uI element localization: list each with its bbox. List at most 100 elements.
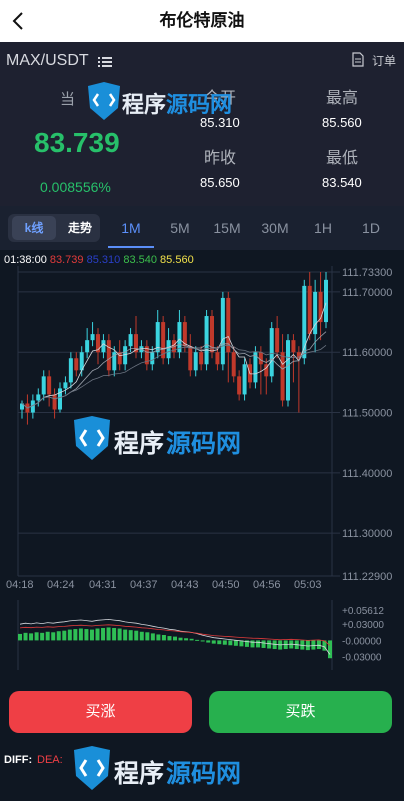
- macd-bar: [145, 632, 150, 641]
- watermark-text-a: 程序: [122, 92, 166, 118]
- macd-bar: [233, 640, 238, 646]
- candle: [324, 279, 328, 323]
- tab-kline[interactable]: k线: [12, 216, 56, 240]
- macd-bar: [305, 640, 310, 651]
- candle: [52, 394, 57, 410]
- candle: [220, 297, 225, 365]
- candle: [47, 376, 52, 395]
- candle: [291, 340, 296, 353]
- macd-bar: [73, 629, 78, 641]
- pair-name[interactable]: MAX/USDT: [6, 52, 89, 70]
- macd-bar: [34, 632, 39, 641]
- macd-bar: [84, 629, 89, 641]
- y-tick-label: 111.22900: [342, 571, 392, 583]
- macd-bar: [117, 628, 122, 641]
- current-price-label: 当: [60, 91, 76, 108]
- candle: [215, 352, 220, 365]
- macd-bar: [106, 627, 111, 641]
- candle: [41, 376, 46, 395]
- candle: [161, 322, 166, 359]
- y-tick-label: 111.30000: [342, 528, 392, 540]
- macd-bar: [40, 632, 45, 641]
- x-tick-label: 04:24: [47, 579, 75, 591]
- x-tick-label: 04:37: [130, 579, 158, 591]
- macd-chart: +0.05612 +0.03000 -0.00000 -0.03000: [17, 600, 384, 670]
- candle: [36, 394, 41, 401]
- macd-bar: [316, 640, 321, 650]
- macd-bar: [45, 631, 50, 641]
- tab-trend[interactable]: 走势: [60, 216, 100, 240]
- y-tick-label: 111.40000: [342, 468, 392, 480]
- macd-bar: [51, 632, 56, 641]
- high-value: 85.560: [322, 115, 362, 130]
- macd-bar: [200, 640, 205, 642]
- candle: [188, 346, 193, 371]
- macd-bar: [250, 640, 255, 648]
- watermark-logo-3: 程序 源码网: [74, 746, 241, 790]
- watermark-text-b: 源码网: [166, 93, 232, 118]
- macd-bar: [189, 638, 194, 641]
- macd-bar: [167, 636, 172, 641]
- watermark-text-b3: 源码网: [166, 759, 241, 788]
- x-tick-label: 04:43: [171, 579, 199, 591]
- shield-logo-icon: [74, 416, 110, 460]
- macd-bar: [211, 640, 216, 644]
- macd-bar: [256, 640, 261, 648]
- watermark-logo-2: 程序 源码网: [74, 416, 241, 460]
- current-price: 83.739: [34, 127, 120, 158]
- candle: [237, 376, 242, 395]
- macd-bar: [139, 631, 144, 641]
- ohlc-value-1: 83.739: [49, 254, 84, 266]
- candle: [90, 334, 95, 341]
- macd-bar: [56, 631, 61, 641]
- candle: [63, 382, 68, 389]
- macd-bar: [95, 628, 100, 641]
- ohlc-readout: 01:38:00 83.739 85.310 83.540 85.560: [4, 254, 194, 266]
- candle: [204, 316, 209, 365]
- macd-bar: [161, 635, 166, 641]
- macd-bar: [128, 630, 133, 641]
- buy-down-button[interactable]: 买跌: [209, 691, 392, 733]
- tab-interval-5m[interactable]: 5M: [160, 216, 200, 240]
- x-tick-label: 04:50: [212, 579, 240, 591]
- macd-bar: [78, 628, 83, 641]
- active-tab-indicator: [108, 246, 154, 248]
- low-value: 83.540: [322, 175, 362, 190]
- y-tick-label: 111.73300: [342, 267, 392, 279]
- macd-bar: [134, 630, 139, 641]
- watermark-text-a3: 程序: [114, 759, 164, 788]
- macd-bar: [261, 640, 266, 648]
- tab-interval-1h[interactable]: 1H: [304, 216, 342, 240]
- document-icon[interactable]: [352, 52, 364, 67]
- tab-interval-30m[interactable]: 30M: [254, 216, 296, 240]
- candle: [85, 340, 90, 353]
- candle: [199, 352, 204, 365]
- y-tick-label: 111.70000: [342, 287, 392, 299]
- tab-interval-15m[interactable]: 15M: [206, 216, 248, 240]
- macd-bar: [173, 636, 177, 641]
- candle: [275, 328, 280, 353]
- candle: [269, 328, 274, 377]
- macd-bar: [195, 639, 200, 641]
- ohlc-time: 01:38:00: [4, 254, 47, 266]
- order-link[interactable]: 订单: [372, 52, 396, 69]
- macd-bar: [23, 632, 28, 641]
- macd-bar: [62, 630, 67, 641]
- prev-close-label: 昨收: [204, 150, 237, 167]
- candle: [286, 340, 290, 401]
- list-menu-icon[interactable]: [98, 56, 112, 68]
- macd-bar: [150, 633, 155, 641]
- shield-logo-icon: [74, 746, 110, 790]
- tab-interval-1d[interactable]: 1D: [352, 216, 390, 240]
- candle: [74, 358, 79, 371]
- macd-bar: [222, 640, 227, 645]
- x-tick-label: 04:31: [89, 579, 117, 591]
- app-header: 布伦特原油: [0, 0, 404, 42]
- macd-bar: [217, 640, 222, 645]
- tab-interval-1m[interactable]: 1M: [110, 216, 152, 240]
- ohlc-value-3: 83.540: [123, 254, 157, 266]
- candle: [231, 352, 236, 377]
- macd-bar: [328, 640, 332, 659]
- macd-dea-line: [19, 624, 331, 646]
- buy-up-button[interactable]: 买涨: [9, 691, 192, 733]
